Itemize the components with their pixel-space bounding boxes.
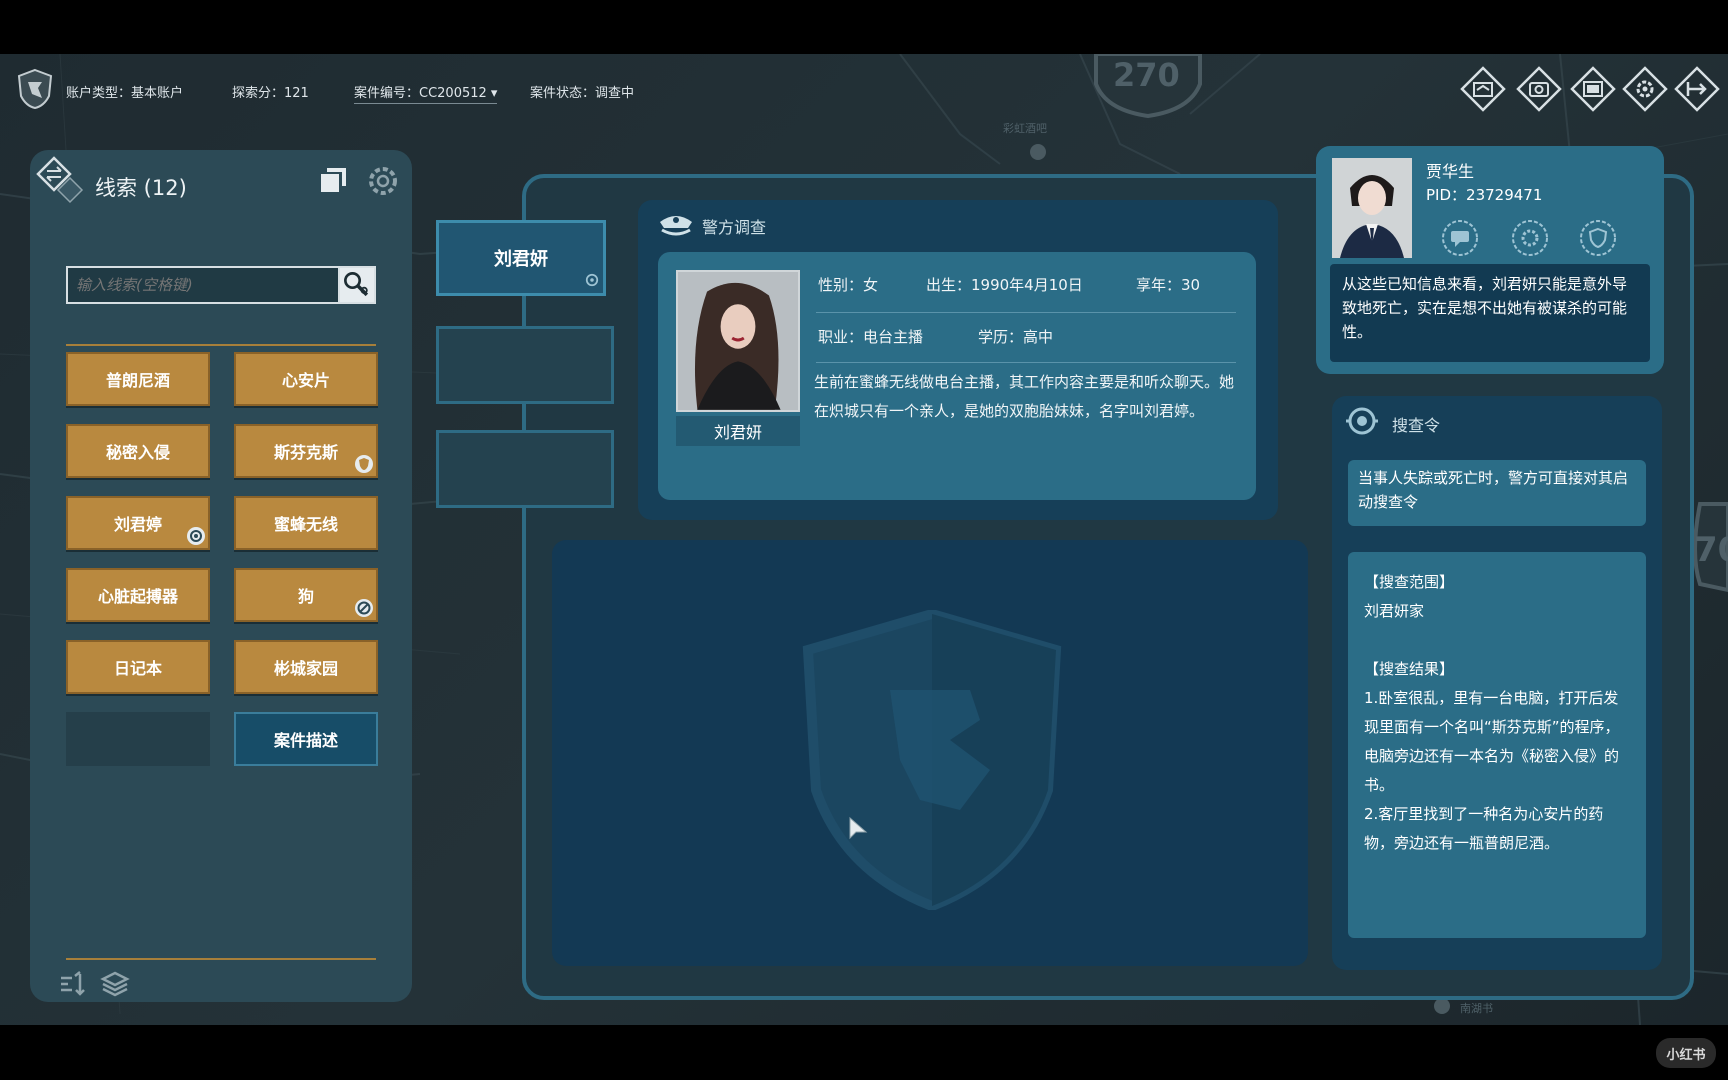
divider [816,312,1236,313]
victim-name-caption: 刘君妍 [676,416,800,446]
detective-card: 贾华生 PID：23729471 从这些已知信息来看，刘君妍只能是意外导致地死亡… [1316,146,1664,374]
clue-item-dog[interactable]: 狗 [234,568,378,622]
case-number-dropdown[interactable]: 案件编号：CC200512 ▾ [354,82,498,104]
search-scope-value: 刘君妍家 [1364,602,1425,620]
clue-board-icon[interactable] [1460,66,1506,112]
exit-icon[interactable] [1674,66,1720,112]
eye-badge-icon [187,527,205,545]
shield-badge-icon [355,455,373,473]
settings-icon[interactable] [1622,66,1668,112]
victim-info-card: 刘君妍 性别：女 出生：1990年4月10日 享年：30 职业：电台主播 学历：… [658,252,1256,500]
exploration-score: 探索分：121 [232,86,309,101]
clue-item[interactable]: 日记本 [66,640,210,694]
detective-pid: PID：23729471 [1426,186,1543,204]
clue-label: 斯芬克斯 [273,443,338,462]
letterbox-top [0,0,1728,54]
tab-empty-slot [436,326,614,404]
clue-label: 狗 [297,587,314,606]
search-warrant-card: 搜查令 当事人失踪或死亡时，警方可直接对其启动搜查令 【搜查范围】 刘君妍家 【… [1332,396,1662,970]
police-emblem-watermark [802,610,1062,910]
detective-avatar [1332,158,1412,258]
clue-panel: 线索 (12) 普朗尼酒 心安片 秘密入侵 斯芬克斯 [30,150,412,1002]
victim-gender: 性别：女 [818,276,879,294]
victim-age: 享年：30 [1136,276,1201,294]
clue-item-liu-junting[interactable]: 刘君婷 [66,496,210,550]
divider [66,344,376,346]
detective-name: 贾华生 [1426,162,1475,181]
clue-item[interactable]: 心安片 [234,352,378,406]
police-hat-icon [660,216,692,236]
avatar-image [1332,158,1412,258]
tab-person[interactable]: 刘君妍 [436,220,606,296]
game-scene: 270 70 彩虹酒吧 南湖书 账户类型：基本账户 探索分：121 案件编号：C… [0,54,1728,1025]
clue-item[interactable]: 蜜蜂无线 [234,496,378,550]
victim-photo [676,270,800,412]
clue-search-button[interactable] [338,266,376,304]
sort-icon[interactable] [58,970,88,998]
search-icon [344,272,369,297]
clue-search-input[interactable] [66,266,338,304]
detective-badge-icon [17,68,53,110]
mouse-cursor-icon [849,816,868,840]
gear-icon[interactable] [366,164,400,198]
victim-bio: 生前在蜜蜂无线做电台主播，其工作内容主要是和听众聊天。她在炽城只有一个亲人，是她… [814,373,1235,420]
portrait-image [678,272,798,410]
tab-empty-slot [436,430,614,508]
empty-clue-slot [66,712,210,766]
search-scope-heading: 【搜查范围】 [1364,573,1455,591]
clue-item[interactable]: 秘密入侵 [66,424,210,478]
tab-label: 刘君妍 [494,249,548,270]
case-status: 案件状态：调查中 [530,86,635,101]
victim-job: 职业：电台主播 [818,328,924,346]
clue-swap-icon[interactable] [36,156,88,208]
letterbox-bottom [0,1025,1728,1080]
target-icon [1346,407,1378,435]
watermark-logo: 小红书 [1656,1038,1716,1068]
police-investigation-card: 警方调查 刘君妍 性别：女 出生：1990年4月10日 享年：30 职业：电台主… [638,200,1278,520]
screen-icon[interactable] [1570,66,1616,112]
clue-panel-title: 线索 (12) [95,176,187,200]
camera-icon[interactable] [1516,66,1562,112]
highway-shield-label-right: 70 [1694,530,1728,570]
copy-icon[interactable] [318,164,350,196]
divider [66,958,376,960]
search-warrant-title: 搜查令 [1392,416,1441,435]
search-warrant-details: 【搜查范围】 刘君妍家 【搜查结果】 1.卧室很乱，里有一台电脑，打开后发现里面… [1348,552,1646,938]
account-type: 账户类型：基本账户 [66,86,184,101]
blocked-badge-icon [355,599,373,617]
eye-icon [585,273,599,287]
search-warrant-note: 当事人失踪或死亡时，警方可直接对其启动搜查令 [1348,460,1646,526]
gear-badge-icon[interactable] [1510,218,1550,258]
police-investigation-title: 警方调查 [702,218,767,237]
chat-icon[interactable] [1440,218,1480,258]
victim-birth: 出生：1990年4月10日 [926,276,1083,294]
status-bar: 账户类型：基本账户 探索分：121 案件编号：CC200512 ▾ 案件状态：调… [0,54,1728,126]
clue-label: 刘君婷 [113,515,162,534]
layers-icon[interactable] [100,970,130,998]
evidence-panel [552,540,1308,966]
clue-item-sphinx[interactable]: 斯芬克斯 [234,424,378,478]
search-result-item: 1.卧室很乱，里有一台电脑，打开后发现里面有一个名叫“斯芬克斯”的程序，电脑旁边… [1364,689,1620,794]
clue-item[interactable]: 普朗尼酒 [66,352,210,406]
case-description-button[interactable]: 案件描述 [234,712,378,766]
divider [816,362,1236,363]
clue-item[interactable]: 彬城家园 [234,640,378,694]
clue-item[interactable]: 心脏起搏器 [66,568,210,622]
detective-comment: 从这些已知信息来看，刘君妍只能是意外导致地死亡，实在是想不出她有被谋杀的可能性。 [1330,264,1650,362]
victim-education: 学历：高中 [978,328,1054,346]
search-result-heading: 【搜查结果】 [1364,660,1455,678]
map-place-label-bottom: 南湖书 [1460,1002,1493,1015]
shield-icon[interactable] [1578,218,1618,258]
search-result-item: 2.客厅里找到了一种名为心安片的药物，旁边还有一瓶普朗尼酒。 [1364,805,1604,852]
